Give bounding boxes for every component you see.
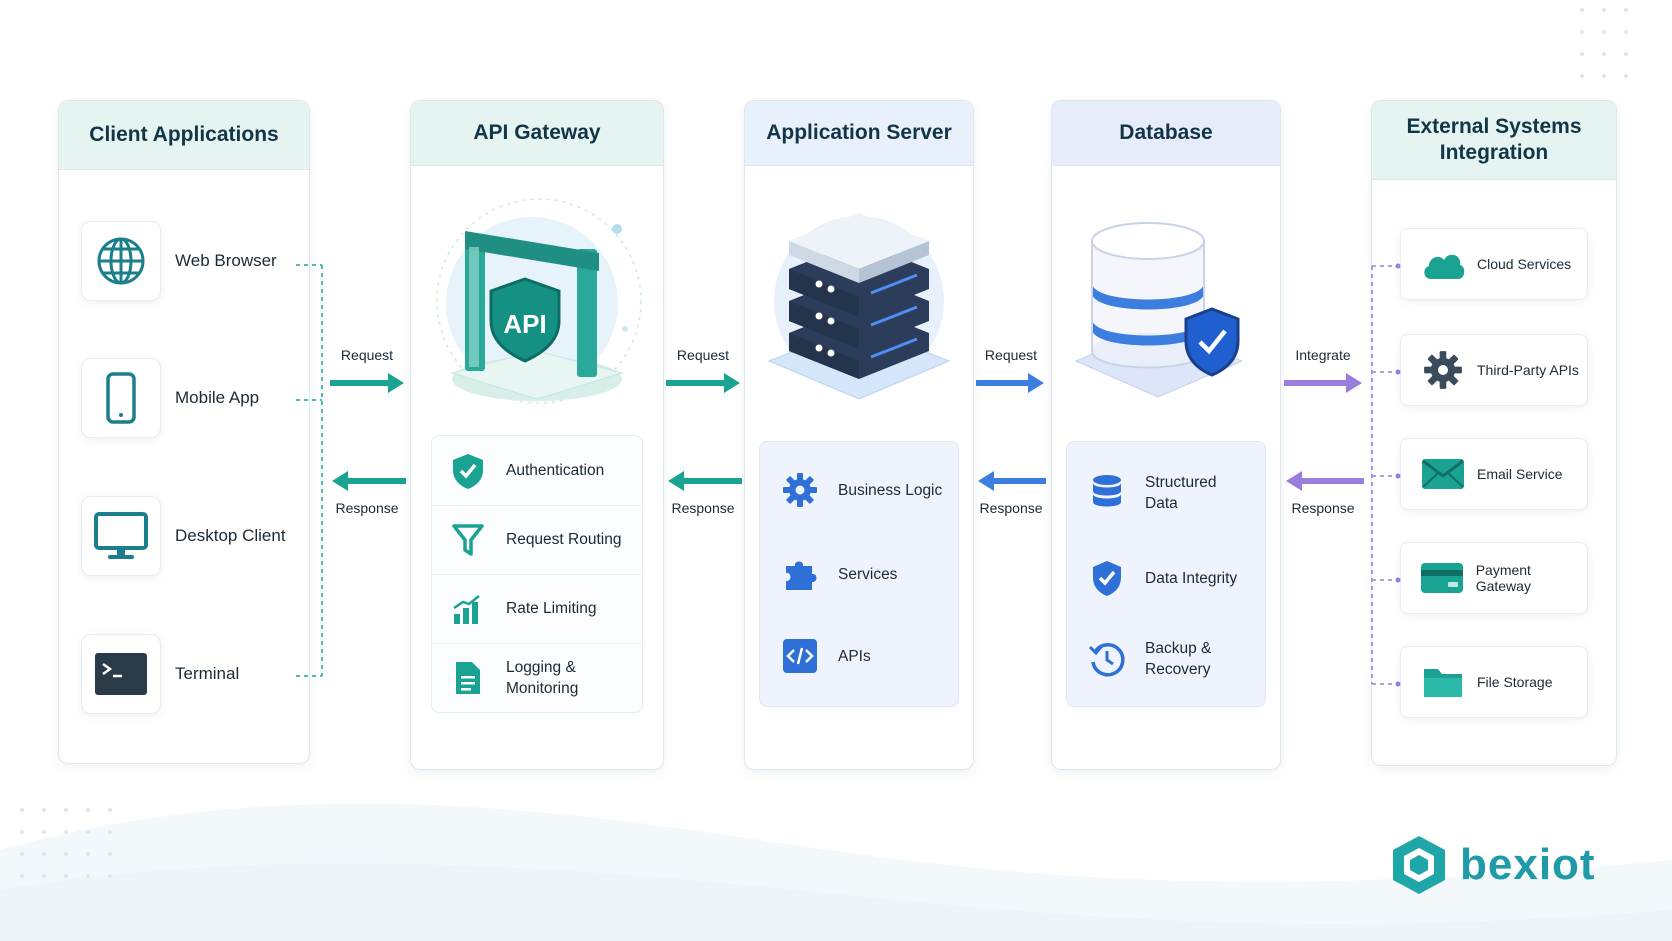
feature-authentication[interactable]: Authentication bbox=[432, 436, 642, 506]
database-icon bbox=[1083, 469, 1131, 517]
feature-structured-data[interactable]: Structured Data bbox=[1067, 464, 1265, 522]
request-arrow bbox=[330, 373, 404, 393]
feature-apis[interactable]: APIs bbox=[760, 630, 958, 682]
integrate-arrow bbox=[1284, 373, 1362, 393]
feature-services[interactable]: Services bbox=[760, 548, 958, 600]
column-title: API Gateway bbox=[411, 101, 663, 166]
history-icon bbox=[1083, 635, 1131, 683]
external-item-label: Email Service bbox=[1477, 466, 1563, 482]
response-label: Response bbox=[1291, 500, 1355, 516]
external-item-payment-gateway[interactable]: Payment Gateway bbox=[1400, 542, 1588, 614]
smartphone-icon bbox=[81, 358, 161, 438]
column-title: Application Server bbox=[745, 101, 973, 166]
integrate-label: Integrate bbox=[1295, 347, 1351, 363]
feature-label: Structured Data bbox=[1145, 474, 1217, 512]
shield-check-icon bbox=[1083, 554, 1131, 602]
feature-data-integrity[interactable]: Data Integrity bbox=[1067, 552, 1265, 604]
column-title: Client Applications bbox=[59, 101, 309, 170]
request-arrow bbox=[666, 373, 740, 393]
response-arrow bbox=[1286, 471, 1364, 491]
response-label: Response bbox=[671, 500, 735, 516]
client-item-label: Web Browser bbox=[175, 251, 277, 270]
feature-label: Logging & Monitoring bbox=[506, 658, 579, 697]
external-item-label: Third-Party APIs bbox=[1477, 362, 1579, 378]
response-arrow bbox=[332, 471, 406, 491]
feature-business-logic[interactable]: Business Logic bbox=[760, 464, 958, 516]
external-item-third-party-apis[interactable]: Third-Party APIs bbox=[1400, 334, 1588, 406]
request-arrow bbox=[976, 373, 1044, 393]
brand-name: bexiot bbox=[1460, 840, 1596, 889]
column-title: Database bbox=[1052, 101, 1280, 166]
response-arrow bbox=[668, 471, 742, 491]
response-arrow bbox=[978, 471, 1046, 491]
database-feature-panel: Structured Data Data Integrity Backup & … bbox=[1066, 441, 1266, 707]
feature-label: APIs bbox=[838, 647, 871, 665]
gear-icon bbox=[1419, 350, 1467, 390]
client-item-label: Mobile App bbox=[175, 388, 260, 407]
code-icon bbox=[776, 632, 824, 680]
bar-chart-icon bbox=[444, 585, 492, 633]
api-badge-text: API bbox=[503, 309, 546, 339]
globe-icon bbox=[81, 221, 161, 301]
external-systems-column: External Systems Integration Cloud Servi… bbox=[1371, 100, 1617, 766]
application-server-column: Application Server Business Logic Servic… bbox=[744, 100, 974, 770]
funnel-icon bbox=[444, 516, 492, 564]
gear-icon bbox=[776, 466, 824, 514]
server-illustration bbox=[767, 213, 951, 400]
brand-logo: bexiot bbox=[1390, 834, 1596, 896]
external-item-file-storage[interactable]: File Storage bbox=[1400, 646, 1588, 718]
envelope-icon bbox=[1419, 454, 1467, 494]
client-item-label: Terminal bbox=[175, 664, 240, 683]
shield-check-icon bbox=[444, 447, 492, 495]
cloud-icon bbox=[1419, 244, 1467, 284]
monitor-icon bbox=[81, 496, 161, 576]
response-label: Response bbox=[335, 500, 399, 516]
client-applications-column: Client Applications Web Browser Mobile A… bbox=[58, 100, 310, 764]
feature-label: Data Integrity bbox=[1145, 569, 1238, 587]
document-icon bbox=[444, 654, 492, 702]
feature-rate-limiting[interactable]: Rate Limiting bbox=[432, 574, 642, 644]
client-item-label: Desktop Client bbox=[175, 526, 286, 545]
client-item-mobile-app[interactable]: Mobile App bbox=[81, 358, 259, 438]
gateway-feature-list: Authentication Request Routing Rate Limi… bbox=[431, 435, 643, 713]
external-item-label: Payment Gateway bbox=[1475, 562, 1531, 594]
request-label: Request bbox=[984, 347, 1038, 363]
folder-icon bbox=[1419, 662, 1467, 702]
response-label: Response bbox=[979, 500, 1043, 516]
feature-label: Request Routing bbox=[506, 531, 622, 548]
puzzle-icon bbox=[776, 550, 824, 598]
feature-label: Backup & Recovery bbox=[1145, 640, 1212, 678]
client-item-web-browser[interactable]: Web Browser bbox=[81, 221, 277, 301]
external-connector-lines bbox=[1371, 263, 1401, 687]
api-gateway-column: API Gateway API Authentication Request R… bbox=[410, 100, 664, 770]
database-illustration bbox=[1074, 222, 1244, 398]
request-label: Request bbox=[676, 347, 730, 363]
feature-label: Authentication bbox=[506, 462, 605, 479]
terminal-icon bbox=[81, 634, 161, 714]
appserver-feature-panel: Business Logic Services APIs bbox=[759, 441, 959, 707]
hexagon-logo-icon bbox=[1393, 836, 1445, 894]
external-item-email-service[interactable]: Email Service bbox=[1400, 438, 1588, 510]
feature-logging-monitoring[interactable]: Logging & Monitoring bbox=[432, 643, 642, 712]
column-title: External Systems Integration bbox=[1372, 101, 1616, 180]
credit-card-icon bbox=[1419, 558, 1466, 598]
client-connector-lines bbox=[296, 264, 323, 677]
client-item-terminal[interactable]: Terminal bbox=[81, 634, 239, 714]
client-item-desktop-client[interactable]: Desktop Client bbox=[81, 496, 286, 576]
external-item-label: Cloud Services bbox=[1477, 256, 1572, 272]
feature-label: Business Logic bbox=[838, 481, 943, 499]
external-item-cloud-services[interactable]: Cloud Services bbox=[1400, 228, 1588, 300]
external-item-label: File Storage bbox=[1477, 674, 1553, 690]
api-gateway-illustration: API bbox=[436, 198, 642, 404]
feature-label: Services bbox=[838, 565, 898, 583]
database-column: Database Structured Data Data Integrity … bbox=[1051, 100, 1281, 770]
feature-backup-recovery[interactable]: Backup & Recovery bbox=[1067, 630, 1265, 688]
feature-label: Rate Limiting bbox=[506, 600, 597, 617]
request-label: Request bbox=[340, 347, 394, 363]
feature-request-routing[interactable]: Request Routing bbox=[432, 505, 642, 575]
